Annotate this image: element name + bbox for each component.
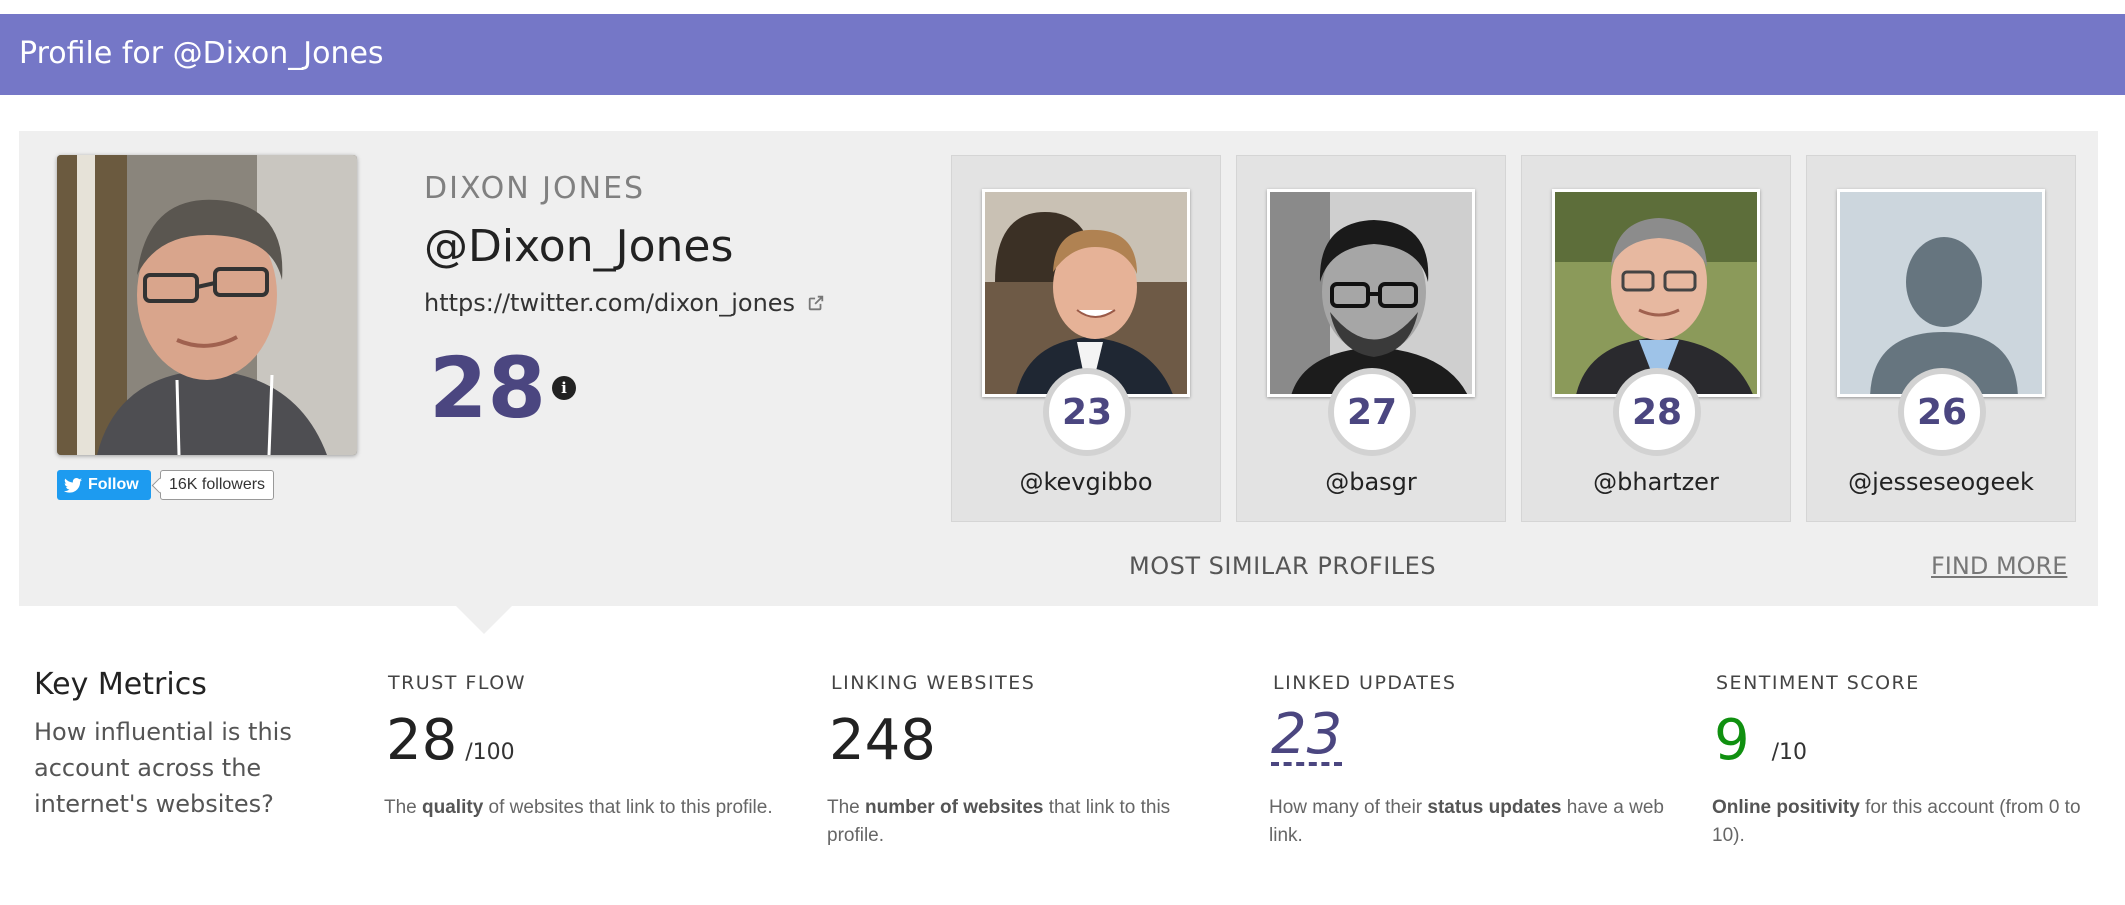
profile-panel: Follow 16K followers DIXON JONES @Dixon_… xyxy=(19,131,2098,606)
key-metrics-title: Key Metrics xyxy=(34,667,207,702)
metric-unit: /100 xyxy=(465,740,515,765)
follow-button[interactable]: Follow xyxy=(57,470,151,500)
similar-profile-handle: @basgr xyxy=(1325,468,1417,496)
metric-label: TRUST FLOW xyxy=(388,672,526,694)
metric-description: The number of websites that link to this… xyxy=(827,797,1171,846)
metric-value: 28 xyxy=(386,708,458,773)
page-title: Profile for @Dixon_Jones xyxy=(19,36,384,71)
external-link-icon xyxy=(808,295,824,311)
follow-label: Follow xyxy=(88,476,139,493)
metric-trust-flow: TRUST FLOW 28 /100 The quality of websit… xyxy=(384,672,784,822)
metric-description: Online positivity for this account (from… xyxy=(1712,797,2081,846)
panel-pointer xyxy=(456,606,512,634)
similar-profile-handle: @kevgibbo xyxy=(1019,468,1153,496)
find-more-link[interactable]: FIND MORE xyxy=(1931,552,2067,580)
similar-profile-photo xyxy=(1552,189,1760,397)
metric-label: SENTIMENT SCORE xyxy=(1716,672,1920,694)
similar-profile-card[interactable]: 27 @basgr xyxy=(1236,155,1506,522)
similar-profile-photo xyxy=(1267,189,1475,397)
metric-linking-websites: LINKING WEBSITES 248 The number of websi… xyxy=(827,672,1227,850)
linked-updates-link[interactable]: 23 xyxy=(1271,707,1343,766)
profile-url-text: https://twitter.com/dixon_jones xyxy=(424,289,796,317)
trust-flow-score: 28 xyxy=(429,339,546,437)
display-name: DIXON JONES xyxy=(424,171,646,206)
similar-profile-card[interactable]: 23 @kevgibbo xyxy=(951,155,1221,522)
metric-linked-updates: LINKED UPDATES 23 How many of their stat… xyxy=(1269,672,1669,850)
similar-profile-photo xyxy=(982,189,1190,397)
similar-profile-score: 26 xyxy=(1898,368,1986,456)
similar-profile-handle: @bhartzer xyxy=(1593,468,1719,496)
similar-profile-handle: @jesseseogeek xyxy=(1848,468,2034,496)
metric-label: LINKING WEBSITES xyxy=(831,672,1036,694)
info-icon[interactable]: i xyxy=(552,376,576,400)
similar-profile-score: 27 xyxy=(1328,368,1416,456)
metric-unit: /10 xyxy=(1771,740,1808,765)
metric-sentiment-score: SENTIMENT SCORE 9 /10 Online positivity … xyxy=(1712,672,2112,850)
twitter-bird-icon xyxy=(64,477,82,493)
similar-profile-card[interactable]: 26 @jesseseogeek xyxy=(1806,155,2076,522)
metric-description: How many of their status updates have a … xyxy=(1269,797,1664,846)
profile-handle: @Dixon_Jones xyxy=(424,221,734,272)
metric-description: The quality of websites that link to thi… xyxy=(384,797,773,818)
similar-profiles-label: MOST SIMILAR PROFILES xyxy=(1129,552,1437,580)
metric-label: LINKED UPDATES xyxy=(1273,672,1457,694)
similar-profile-card[interactable]: 28 @bhartzer xyxy=(1521,155,1791,522)
header-bar: Profile for @Dixon_Jones xyxy=(0,14,2125,95)
followers-count[interactable]: 16K followers xyxy=(160,470,275,500)
similar-profile-score: 23 xyxy=(1043,368,1131,456)
profile-avatar xyxy=(57,155,357,455)
similar-profile-score: 28 xyxy=(1613,368,1701,456)
default-avatar-icon xyxy=(1837,189,2045,397)
metric-value: 9 xyxy=(1714,708,1750,773)
key-metrics-subtitle: How influential is this account across t… xyxy=(34,718,292,818)
profile-url-link[interactable]: https://twitter.com/dixon_jones xyxy=(424,289,825,317)
metric-value: 248 xyxy=(829,708,936,773)
